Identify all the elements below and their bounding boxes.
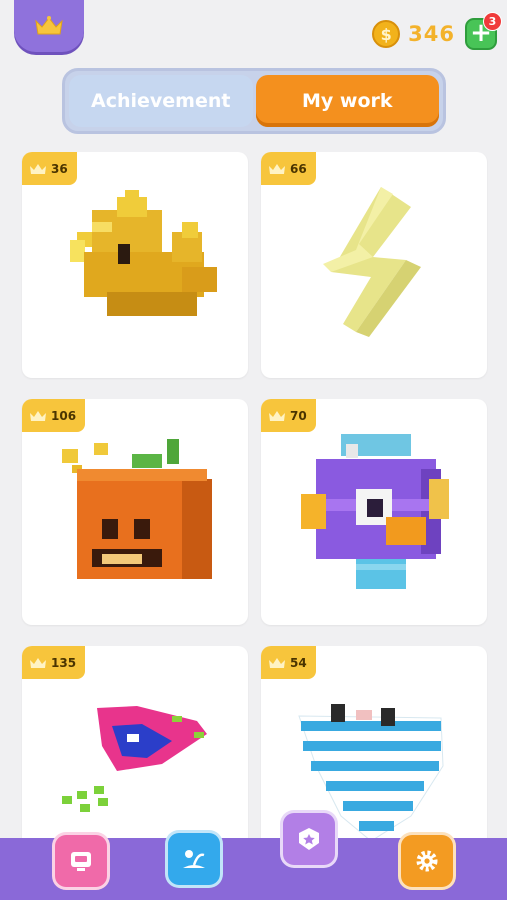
crown-icon [30,410,46,421]
count-badge: 66 [261,152,316,185]
coin-count: 346 [408,22,455,46]
crown-icon [269,657,285,668]
gear-icon [416,850,438,872]
count-badge: 36 [22,152,77,185]
crown-icon [269,163,285,174]
crown-icon [30,163,46,174]
count-badge: 106 [22,399,86,432]
coin-icon: $ [372,20,401,48]
work-card-yellow-duck[interactable]: 36 [22,152,248,378]
count-badge: 135 [22,646,86,679]
robot-icon [71,852,91,871]
count-badge: 70 [261,399,316,432]
works-grid: 36 66 106 70 135 54 [22,152,487,872]
nav-settings-button[interactable] [398,832,456,890]
crown-icon [30,657,46,668]
notification-badge: 3 [483,12,502,31]
nav-robot-button[interactable] [52,832,110,890]
coin-balance: $ 346 + 3 [372,12,502,54]
badge-icon [299,828,319,850]
pumpkin-artwork [62,439,212,579]
crown-icon [269,410,285,421]
crown-button[interactable] [14,0,84,52]
add-coins-button[interactable]: + 3 [465,12,502,50]
work-card-purple-fish[interactable]: 70 [261,399,487,625]
crown-icon [35,16,63,35]
work-card-lightning-bolt[interactable]: 66 [261,152,487,378]
tab-my-work[interactable]: My work [255,75,439,127]
yellow-duck-artwork [70,190,217,316]
purple-fish-artwork [301,434,449,589]
nav-beach-button[interactable] [165,830,223,888]
lightning-bolt-artwork [323,187,421,337]
beach-icon [183,850,205,868]
tab-achievement[interactable]: Achievement [69,75,253,127]
work-card-pumpkin[interactable]: 106 [22,399,248,625]
count-badge: 54 [261,646,316,679]
tab-switcher: Achievement My work [62,68,446,134]
nav-badge-button[interactable] [280,810,338,868]
